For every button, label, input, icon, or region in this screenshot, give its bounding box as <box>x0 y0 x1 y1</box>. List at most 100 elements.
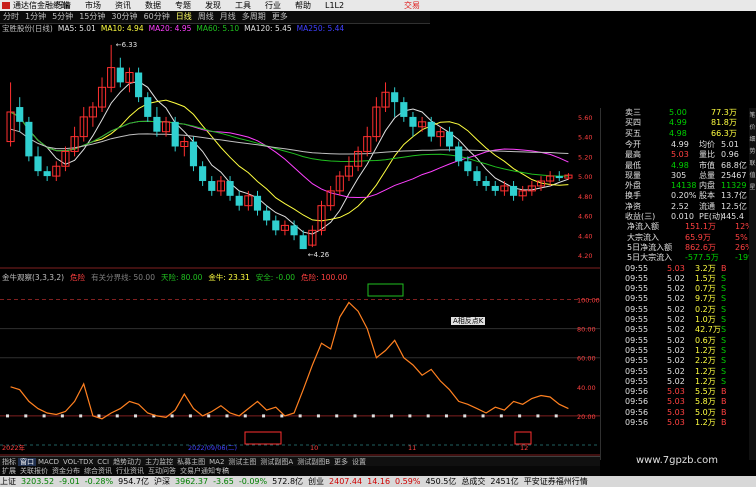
side-tab[interactable]: 值 <box>749 171 756 180</box>
flow-row-cell: -577.5万 <box>685 253 719 263</box>
index-volume: 954.7亿 <box>118 477 150 486</box>
info-tab[interactable]: 综合资讯 <box>82 466 114 476</box>
stat-row-cell: 305 <box>671 170 687 180</box>
tick-row: 09:55 5.02 0.2万 S <box>601 305 749 315</box>
safe-marker <box>188 414 192 418</box>
safe-marker <box>353 414 357 418</box>
menu-item[interactable]: 资讯 <box>115 0 131 11</box>
date-marker: 2022/09/06(二) <box>188 444 237 452</box>
osc-axis-tick: 100.00 <box>577 297 600 305</box>
side-tab[interactable]: 联 <box>749 159 756 168</box>
menu-item[interactable]: 市场 <box>85 0 101 11</box>
candle-body <box>491 185 499 191</box>
tick-row-cell: 1.2万 <box>695 345 716 355</box>
stat-row-cell: 市值 <box>699 160 715 170</box>
safe-marker <box>280 414 284 418</box>
menu-item[interactable]: 工具 <box>235 0 251 11</box>
ask-row-cell: 买四 <box>625 118 641 128</box>
ask-row: 买五 4.98 66.3万 <box>601 129 749 139</box>
tick-row: 09:56 5.03 5.5万 B <box>601 387 749 397</box>
index-label[interactable]: 总成交 <box>461 477 485 486</box>
info-tab[interactable]: 关联报价 <box>18 466 50 476</box>
side-tab[interactable]: 价 <box>749 123 756 132</box>
index-change: 14.16 <box>367 477 391 486</box>
menu-item[interactable]: 发现 <box>205 0 221 11</box>
stat-row: 今开 4.99 均价 5.01 <box>601 140 749 150</box>
period-tab[interactable]: 多周期 <box>239 11 269 23</box>
stat-row-cell: 4.99 <box>671 139 689 149</box>
stat-row-cell: 13.7亿 <box>721 191 747 201</box>
menu-item[interactable]: 行情 <box>55 0 71 11</box>
menu-item[interactable]: L1L2 <box>325 0 344 11</box>
side-tab[interactable]: 星 <box>749 183 756 192</box>
info-tab[interactable]: 互动问答 <box>146 466 178 476</box>
ma-legend-item: MA10: 4.94 <box>100 24 144 33</box>
tick-row-cell: 09:55 <box>625 376 649 386</box>
candle-body <box>199 166 207 182</box>
info-tab[interactable]: 资金分布 <box>50 466 82 476</box>
tick-row-cell: S <box>721 376 727 386</box>
tick-row-cell: 09:55 <box>625 356 649 366</box>
candle-body <box>445 131 454 147</box>
menu-item[interactable]: 行业 <box>265 0 281 11</box>
tick-row-cell: 5.02 <box>667 284 685 294</box>
chart-popup[interactable]: A相反点K <box>451 317 486 325</box>
tick-row-cell: 5.03 <box>667 263 685 273</box>
menu-item[interactable]: 数据 <box>145 0 161 11</box>
candle-body <box>299 235 307 250</box>
index-label[interactable]: 创业 <box>308 477 324 486</box>
info-tab[interactable]: 交易户通知专稿 <box>178 466 231 476</box>
stat-row: 现量 305 总量 25467 <box>601 171 749 181</box>
tick-row-cell: 0.7万 <box>695 284 716 294</box>
trade-button[interactable]: 交易 <box>404 0 420 11</box>
side-tab[interactable]: 细 <box>749 135 756 144</box>
tick-row-cell: 1.0万 <box>695 315 716 324</box>
info-tab[interactable]: 扩展 <box>0 466 18 476</box>
kline-chart[interactable]: ←6.33 ←4.26 100.00 80.00 60.00 40.00 20.00 5.60… <box>0 24 600 460</box>
tick-row-cell: 09:55 <box>625 366 649 376</box>
menu-item[interactable]: 专题 <box>175 0 191 11</box>
tick-row-cell: 5.8万 <box>695 397 716 407</box>
index-label[interactable]: 沪深 <box>154 477 170 486</box>
index-label[interactable]: 上证 <box>0 477 16 486</box>
safe-marker <box>316 414 320 418</box>
period-tab[interactable]: 更多 <box>269 11 291 23</box>
info-tab[interactable]: 行业资讯 <box>114 466 146 476</box>
period-tab[interactable]: 5分钟 <box>49 11 76 23</box>
safe-marker <box>134 414 138 418</box>
price-axis-tick: 5.40 <box>578 134 592 142</box>
period-tab[interactable]: 30分钟 <box>108 11 140 23</box>
period-tab[interactable]: 分时 <box>0 11 22 23</box>
tick-row-cell: 09:55 <box>625 335 649 345</box>
period-tab[interactable]: 月线 <box>217 11 239 23</box>
tick-row-cell: 9.7万 <box>695 294 716 304</box>
tick-row: 09:55 5.02 0.6万 S <box>601 336 749 346</box>
side-tab[interactable]: 势 <box>749 147 756 156</box>
stat-row-cell: 12.5亿 <box>721 201 747 211</box>
tick-row-cell: 5.03 <box>667 418 685 427</box>
ma-legend: 宝胜股份(日线) MA5: 5.01 MA10: 4.94 MA20: 4.95 MA6… <box>2 24 349 34</box>
high-label: ←6.33 <box>116 41 137 49</box>
side-tab[interactable]: 笔 <box>749 111 756 120</box>
menu-item[interactable]: 帮助 <box>295 0 311 11</box>
status-bar: 上证 3203.52 -9.01 -0.28% 954.7亿 沪深 3962.37 -3.65… <box>0 476 756 487</box>
period-tab[interactable]: 日线 <box>173 11 195 23</box>
candle-body <box>43 171 51 177</box>
period-tab[interactable]: 1分钟 <box>22 11 49 23</box>
stat-row-cell: PE(动) <box>699 212 724 221</box>
safe-marker <box>60 414 64 418</box>
period-tab[interactable]: 周线 <box>195 11 217 23</box>
safe-marker <box>170 414 174 418</box>
ask-row-cell: 卖三 <box>625 108 641 117</box>
tick-row-cell: 5.02 <box>667 304 685 314</box>
date-marker: 12 <box>520 444 528 452</box>
indicator-legend-item: 危险: 100.00 <box>301 273 348 282</box>
signal-box <box>514 431 532 445</box>
period-tab[interactable]: 60分钟 <box>141 11 173 23</box>
index-value: 3962.37 <box>175 477 209 486</box>
tick-row-cell: S <box>721 294 727 304</box>
period-tab[interactable]: 15分钟 <box>76 11 108 23</box>
tick-row-cell: 5.02 <box>667 294 685 304</box>
ask-row-cell: 81.8万 <box>711 118 737 128</box>
tick-row: 09:55 5.02 1.0万 S <box>601 315 749 325</box>
